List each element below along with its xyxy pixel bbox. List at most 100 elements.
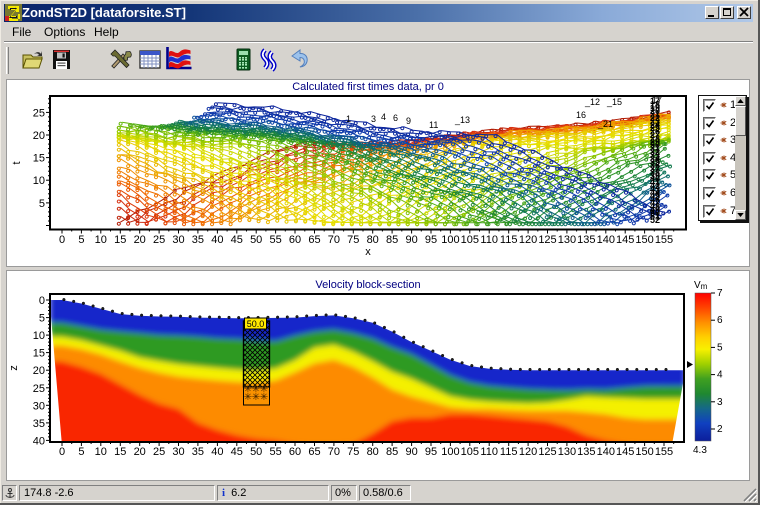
svg-text:130: 130 [558, 234, 576, 246]
svg-text:135: 135 [577, 234, 595, 246]
svg-text:75: 75 [347, 234, 359, 246]
svg-text:25: 25 [33, 383, 45, 395]
svg-text:20: 20 [134, 234, 146, 246]
svg-text:15: 15 [114, 234, 126, 246]
svg-text:105: 105 [461, 234, 479, 246]
svg-text:130: 130 [558, 446, 576, 458]
svg-text:115: 115 [500, 446, 518, 458]
svg-text:65: 65 [308, 234, 320, 246]
svg-text:5: 5 [39, 198, 45, 210]
svg-text:9: 9 [406, 116, 411, 126]
svg-text:50.0: 50.0 [247, 319, 265, 329]
svg-text:45: 45 [231, 446, 243, 458]
svg-text:20: 20 [33, 365, 45, 377]
svg-text:80: 80 [367, 234, 379, 246]
svg-text:35: 35 [192, 446, 204, 458]
svg-text:Calculated first times data,: Calculated first times data, pr 0 [292, 81, 444, 93]
svg-text:5: 5 [39, 313, 45, 325]
svg-text:0: 0 [59, 446, 65, 458]
svg-text:4.3: 4.3 [693, 445, 707, 456]
svg-text:6: 6 [393, 113, 398, 123]
svg-text:70: 70 [328, 234, 340, 246]
svg-text:75: 75 [347, 446, 359, 458]
svg-text:25: 25 [153, 446, 165, 458]
svg-text:95: 95 [425, 446, 437, 458]
svg-text:4: 4 [717, 370, 723, 381]
svg-text:x: x [365, 246, 371, 258]
svg-text:_21: _21 [597, 119, 613, 129]
svg-text:40: 40 [33, 435, 45, 447]
svg-text:125: 125 [538, 234, 556, 246]
svg-text:60: 60 [289, 234, 301, 246]
svg-text:15: 15 [33, 153, 45, 165]
svg-text:55: 55 [269, 446, 281, 458]
svg-text:125: 125 [538, 446, 556, 458]
svg-text:t: t [11, 161, 23, 164]
svg-text:90: 90 [405, 446, 417, 458]
svg-text:_15: _15 [606, 97, 622, 107]
svg-text:16: 16 [576, 110, 586, 120]
svg-text:35: 35 [192, 234, 204, 246]
svg-text:0: 0 [39, 295, 45, 307]
svg-text:Velocity block-section: Velocity block-section [315, 279, 420, 291]
svg-text:30: 30 [172, 234, 184, 246]
svg-text:65: 65 [308, 446, 320, 458]
svg-text:✳: ✳ [260, 392, 268, 403]
svg-text:30: 30 [172, 446, 184, 458]
svg-text:110: 110 [480, 446, 498, 458]
svg-text:135: 135 [577, 446, 595, 458]
svg-text:3: 3 [717, 397, 723, 408]
svg-text:120: 120 [519, 234, 537, 246]
svg-text:20: 20 [33, 130, 45, 142]
svg-text:145: 145 [616, 446, 634, 458]
svg-text:25: 25 [153, 234, 165, 246]
svg-text:0: 0 [59, 234, 65, 246]
svg-text:105: 105 [461, 446, 479, 458]
svg-text:95: 95 [425, 234, 437, 246]
svg-text:15: 15 [33, 348, 45, 360]
svg-text:_13: _13 [454, 115, 470, 125]
svg-text:20: 20 [134, 446, 146, 458]
svg-text:10: 10 [95, 446, 107, 458]
svg-text:155: 155 [655, 446, 673, 458]
svg-text:25: 25 [33, 107, 45, 119]
svg-text:7: 7 [717, 288, 723, 299]
svg-text:50: 50 [250, 446, 262, 458]
svg-text:30: 30 [33, 400, 45, 412]
svg-text:40: 40 [211, 446, 223, 458]
svg-text:_12: _12 [584, 97, 600, 107]
svg-text:120: 120 [519, 446, 537, 458]
svg-text:85: 85 [386, 234, 398, 246]
svg-text:55: 55 [269, 234, 281, 246]
svg-text:35: 35 [33, 418, 45, 430]
svg-text:150: 150 [635, 446, 653, 458]
svg-text:10: 10 [33, 175, 45, 187]
svg-text:4: 4 [381, 112, 386, 122]
svg-text:100: 100 [441, 446, 459, 458]
svg-text:110: 110 [480, 234, 498, 246]
svg-text:140: 140 [597, 234, 615, 246]
svg-text:115: 115 [500, 234, 518, 246]
svg-text:1: 1 [346, 114, 351, 124]
svg-text:80: 80 [367, 446, 379, 458]
svg-text:6: 6 [717, 315, 723, 326]
svg-text:z: z [8, 365, 20, 371]
svg-text:70: 70 [328, 446, 340, 458]
svg-text:140: 140 [597, 446, 615, 458]
svg-text:90: 90 [405, 234, 417, 246]
svg-text:150: 150 [635, 234, 653, 246]
svg-text:45: 45 [231, 234, 243, 246]
svg-text:60: 60 [289, 446, 301, 458]
svg-text:155: 155 [655, 234, 673, 246]
svg-text:10: 10 [95, 234, 107, 246]
svg-text:50: 50 [250, 234, 262, 246]
svg-text:85: 85 [386, 446, 398, 458]
svg-text:11: 11 [429, 120, 438, 130]
svg-text:Vm: Vm [694, 280, 708, 291]
svg-text:5: 5 [717, 342, 723, 353]
svg-text:145: 145 [616, 234, 634, 246]
svg-text:2: 2 [717, 424, 723, 435]
svg-text:100: 100 [441, 234, 459, 246]
svg-text:10: 10 [33, 330, 45, 342]
svg-text:40: 40 [211, 234, 223, 246]
